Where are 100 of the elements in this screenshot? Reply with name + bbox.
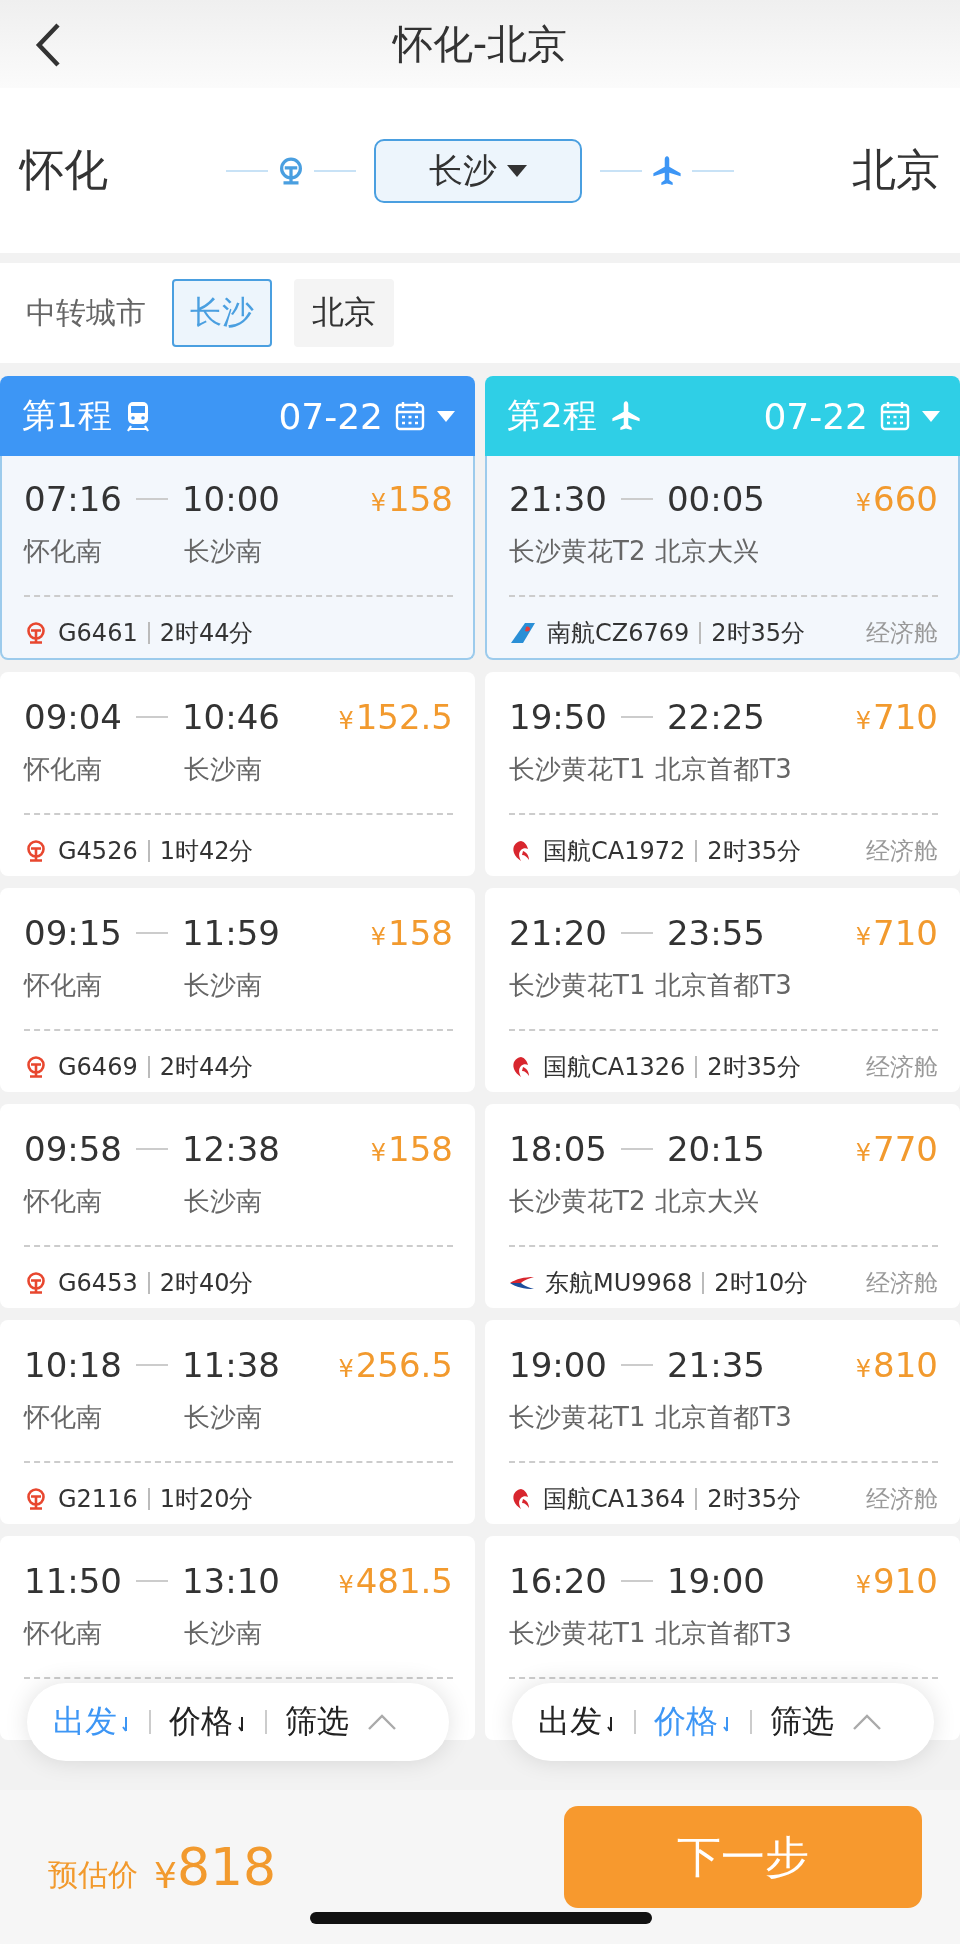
option-card[interactable]: 21:30 00:05 ¥660 长沙黄花T2 北京大兴 南航CZ6769 2时35分 经济舱: [485, 456, 960, 660]
arrive-time: 12:38: [182, 1129, 280, 1169]
service-number: 国航CA1364: [543, 1484, 686, 1515]
option-card[interactable]: 10:18 11:38 ¥256.5 怀化南 长沙南 G2116 1时20分: [0, 1320, 475, 1524]
option-card[interactable]: 09:04 10:46 ¥152.5 怀化南 长沙南 G4526 1时42分: [0, 672, 475, 876]
to-station: 北京首都T3: [655, 969, 792, 1002]
price: ¥910: [855, 1561, 938, 1601]
tail-logo-icon: [509, 621, 537, 645]
from-station: 长沙黄花T2: [509, 1185, 646, 1218]
option-card[interactable]: 09:58 12:38 ¥158 怀化南 长沙南 G6453 2时40分: [0, 1104, 475, 1308]
arrive-time: 21:35: [667, 1345, 765, 1385]
duration: 1时42分: [159, 836, 254, 867]
price: ¥256.5: [338, 1345, 453, 1385]
from-station: 长沙黄花T2: [509, 535, 646, 568]
price: ¥481.5: [338, 1561, 453, 1601]
calendar-icon[interactable]: [880, 401, 910, 431]
from-station: 怀化南: [24, 753, 103, 786]
service-number: G6453: [58, 1269, 138, 1297]
price: ¥770: [855, 1129, 938, 1169]
service-number: G4526: [58, 837, 138, 865]
arrive-time: 11:38: [182, 1345, 280, 1385]
from-station: 怀化南: [24, 1617, 103, 1650]
from-station: 长沙黄花T1: [509, 969, 646, 1002]
duration: 2时40分: [159, 1268, 254, 1299]
arrive-time: 22:25: [667, 697, 765, 737]
cabin-class: 经济舱: [866, 618, 938, 649]
rail-logo-icon: [24, 1055, 48, 1079]
transit-label: 中转城市: [26, 293, 146, 332]
from-station: 长沙黄花T1: [509, 1617, 646, 1650]
service-number: 东航MU9968: [545, 1268, 693, 1299]
option-card[interactable]: 21:20 23:55 ¥710 长沙黄花T1 北京首都T3 国航CA1326 2时35分 经济舱: [485, 888, 960, 1092]
leg-label: 第1程: [22, 394, 112, 437]
duration: 2时44分: [159, 618, 254, 649]
to-station: 长沙南: [184, 753, 262, 786]
option-card[interactable]: 19:50 22:25 ¥710 长沙黄花T1 北京首都T3 国航CA1972 2时35分 经济舱: [485, 672, 960, 876]
duration: 2时10分: [714, 1268, 809, 1299]
to-station: 长沙南: [184, 1185, 262, 1218]
depart-time: 09:04: [24, 697, 122, 737]
cabin-class: 经济舱: [866, 836, 938, 867]
leg-label: 第2程: [507, 394, 597, 437]
duration: 2时35分: [707, 836, 802, 867]
price: ¥810: [855, 1345, 938, 1385]
arrive-time: 13:10: [182, 1561, 280, 1601]
price: ¥158: [370, 479, 453, 519]
duration: 2时35分: [707, 1484, 802, 1515]
depart-time: 16:20: [509, 1561, 607, 1601]
to-station: 长沙南: [184, 1617, 262, 1650]
depart-time: 19:50: [509, 697, 607, 737]
chevron-up-icon[interactable]: [852, 1713, 882, 1731]
price: ¥158: [370, 913, 453, 953]
from-station: 怀化南: [24, 1185, 103, 1218]
price: ¥158: [370, 1129, 453, 1169]
transfer-city-dropdown[interactable]: 长沙: [374, 138, 582, 203]
transit-city-chip[interactable]: 北京: [294, 279, 394, 347]
rail-logo-icon: [24, 621, 48, 645]
estimate-label: 预估价: [48, 1855, 138, 1894]
price: ¥152.5: [338, 697, 453, 737]
rail-logo-icon: [24, 839, 48, 863]
option-card[interactable]: 18:05 20:15 ¥770 长沙黄花T2 北京大兴 东航MU9968 2时10分 经济舱: [485, 1104, 960, 1308]
option-card[interactable]: 09:15 11:59 ¥158 怀化南 长沙南 G6469 2时44分: [0, 888, 475, 1092]
duration: 2时35分: [711, 618, 806, 649]
from-station: 长沙黄花T1: [509, 753, 646, 786]
service-number: 国航CA1972: [543, 836, 686, 867]
to-station: 长沙南: [184, 969, 262, 1002]
from-station: 长沙黄花T1: [509, 1401, 646, 1434]
destination-city: 北京: [852, 143, 940, 197]
option-card[interactable]: 07:16 10:00 ¥158 怀化南 长沙南 G6461 2时44分: [0, 456, 475, 660]
depart-time: 21:20: [509, 913, 607, 953]
arrive-time: 19:00: [667, 1561, 765, 1601]
cabin-class: 经济舱: [866, 1052, 938, 1083]
chevron-up-icon[interactable]: [367, 1713, 397, 1731]
depart-time: 09:58: [24, 1129, 122, 1169]
service-number: G2116: [58, 1485, 138, 1513]
from-station: 怀化南: [24, 969, 103, 1002]
cabin-class: 经济舱: [866, 1268, 938, 1299]
to-station: 长沙南: [184, 535, 262, 568]
depart-time: 09:15: [24, 913, 122, 953]
page-title: 怀化-北京: [392, 19, 568, 69]
arrive-time: 23:55: [667, 913, 765, 953]
from-station: 怀化南: [24, 1401, 103, 1434]
arrive-time: 10:46: [182, 697, 280, 737]
arrive-time: 00:05: [667, 479, 765, 519]
price: ¥660: [855, 479, 938, 519]
to-station: 北京大兴: [655, 1185, 760, 1218]
duration: 2时35分: [707, 1052, 802, 1083]
from-station: 怀化南: [24, 535, 103, 568]
service-number: 国航CA1326: [543, 1052, 686, 1083]
to-station: 长沙南: [184, 1401, 262, 1434]
caret-icon[interactable]: [507, 164, 527, 177]
arrive-time: 20:15: [667, 1129, 765, 1169]
service-number: G6469: [58, 1053, 138, 1081]
calendar-icon[interactable]: [395, 401, 425, 431]
estimated-price: 818: [176, 1837, 277, 1897]
duration: 1时20分: [159, 1484, 254, 1515]
depart-time: 10:18: [24, 1345, 122, 1385]
depart-time: 21:30: [509, 479, 607, 519]
to-station: 北京首都T3: [655, 1401, 792, 1434]
duration: 2时44分: [159, 1052, 254, 1083]
option-card[interactable]: 19:00 21:35 ¥810 长沙黄花T1 北京首都T3 国航CA1364 2时35分 经济舱: [485, 1320, 960, 1524]
arrive-time: 11:59: [182, 913, 280, 953]
